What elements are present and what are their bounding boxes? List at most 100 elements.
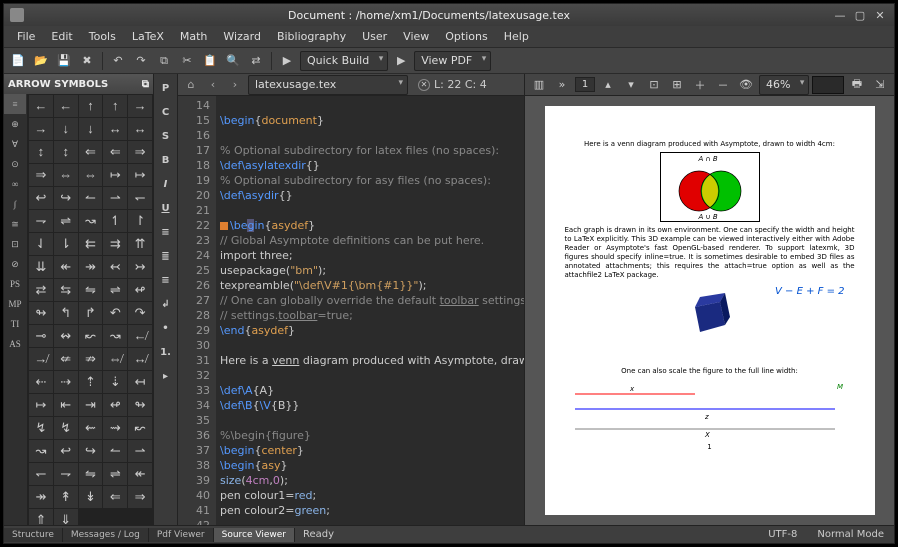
- arrow-symbol[interactable]: ⇜: [79, 417, 103, 439]
- copy-icon[interactable]: ⧉: [154, 51, 174, 71]
- symcat-2[interactable]: ∀: [4, 134, 26, 154]
- arrow-symbol[interactable]: ↠: [29, 486, 53, 508]
- arrow-symbol[interactable]: ↞: [128, 463, 152, 485]
- find-icon[interactable]: 🔍: [223, 51, 243, 71]
- new-icon[interactable]: 📄: [8, 51, 28, 71]
- arrow-symbol[interactable]: ↣: [128, 256, 152, 278]
- symcat-0[interactable]: ≡: [4, 94, 26, 114]
- page-input[interactable]: [575, 77, 595, 92]
- symcat-10[interactable]: MP: [4, 294, 26, 314]
- arrow-symbol[interactable]: ⇤: [54, 394, 78, 416]
- pv-zoomout-icon[interactable]: －: [713, 75, 733, 95]
- run2-icon[interactable]: ▶: [391, 51, 411, 71]
- arrow-symbol[interactable]: ↛: [29, 348, 53, 370]
- item-icon[interactable]: ▸: [155, 365, 177, 387]
- pv-zoomin-icon[interactable]: ＋: [690, 75, 710, 95]
- bottom-tab-pdf-viewer[interactable]: Pdf Viewer: [149, 528, 214, 542]
- arrow-symbol[interactable]: ↼: [103, 440, 127, 462]
- next-file-icon[interactable]: ›: [226, 76, 244, 94]
- arrow-symbol[interactable]: ↓: [79, 118, 103, 140]
- arrow-symbol[interactable]: ↩: [29, 187, 53, 209]
- arrow-symbol[interactable]: ⇉: [103, 233, 127, 255]
- arrow-symbol[interactable]: ↢: [103, 256, 127, 278]
- arrow-symbol[interactable]: ↞: [54, 256, 78, 278]
- symcat-1[interactable]: ⊕: [4, 114, 26, 134]
- arrow-symbol[interactable]: ⇏: [79, 348, 103, 370]
- arrow-symbol[interactable]: ↝: [29, 440, 53, 462]
- close-file-icon[interactable]: ✖: [77, 51, 97, 71]
- arrow-symbol[interactable]: ⇠: [29, 371, 53, 393]
- arrow-symbol[interactable]: ⇔: [54, 164, 78, 186]
- arrow-symbol[interactable]: ⇒: [29, 164, 53, 186]
- arrow-symbol[interactable]: ↭: [54, 325, 78, 347]
- arrow-symbol[interactable]: ↶: [103, 302, 127, 324]
- arrow-symbol[interactable]: ⇓: [54, 509, 78, 525]
- arrow-symbol[interactable]: ⇥: [79, 394, 103, 416]
- arrow-symbol[interactable]: ⇋: [79, 279, 103, 301]
- arrow-symbol[interactable]: ⇊: [29, 256, 53, 278]
- arrow-symbol[interactable]: ⇒: [128, 486, 152, 508]
- arrow-symbol[interactable]: ⇝: [103, 417, 127, 439]
- newline-icon[interactable]: ↲: [155, 293, 177, 315]
- pv-search-input[interactable]: [812, 76, 844, 94]
- arrow-symbol[interactable]: ↽: [29, 463, 53, 485]
- italic-icon[interactable]: I: [155, 173, 177, 195]
- arrow-symbol[interactable]: ⇌: [103, 279, 127, 301]
- menu-wizard[interactable]: Wizard: [216, 28, 268, 45]
- arrow-symbol[interactable]: ⇁: [54, 463, 78, 485]
- build-combo[interactable]: Quick Build: [300, 51, 388, 71]
- bottom-tab-source-viewer[interactable]: Source Viewer: [214, 528, 295, 542]
- arrow-symbol[interactable]: ⇐: [79, 141, 103, 163]
- arrow-symbol[interactable]: ⊸: [29, 325, 53, 347]
- arrow-symbol[interactable]: ⇐: [103, 141, 127, 163]
- menu-bibliography[interactable]: Bibliography: [270, 28, 353, 45]
- arrow-symbol[interactable]: ↔: [103, 118, 127, 140]
- arrow-symbol[interactable]: ↿: [103, 210, 127, 232]
- minimize-icon[interactable]: —: [832, 7, 848, 23]
- arrow-symbol[interactable]: ↮: [128, 348, 152, 370]
- arrow-symbol[interactable]: ↯: [54, 417, 78, 439]
- pv-eye-icon[interactable]: 👁: [736, 75, 756, 95]
- arrow-symbol[interactable]: ↬: [29, 302, 53, 324]
- arrow-symbol[interactable]: →: [128, 95, 152, 117]
- bottom-tab-messages-log[interactable]: Messages / Log: [63, 528, 149, 542]
- arrow-symbol[interactable]: ⇃: [29, 233, 53, 255]
- menu-file[interactable]: File: [10, 28, 42, 45]
- arrow-symbol[interactable]: ↑: [103, 95, 127, 117]
- pv-fit-icon[interactable]: ⊡: [644, 75, 664, 95]
- symcat-12[interactable]: AS: [4, 334, 26, 354]
- menu-user[interactable]: User: [355, 28, 394, 45]
- symcat-6[interactable]: ≅: [4, 214, 26, 234]
- arrow-symbol[interactable]: ↪: [79, 440, 103, 462]
- file-combo[interactable]: latexusage.tex: [248, 75, 408, 95]
- arrow-symbol[interactable]: ↡: [79, 486, 103, 508]
- view-combo[interactable]: View PDF: [414, 51, 491, 71]
- menu-tools[interactable]: Tools: [82, 28, 123, 45]
- symcat-8[interactable]: ⊘: [4, 254, 26, 274]
- pv-fitw-icon[interactable]: ⊞: [667, 75, 687, 95]
- pv-external-icon[interactable]: ⇲: [870, 75, 890, 95]
- arrow-symbol[interactable]: ⇇: [79, 233, 103, 255]
- arrow-symbol[interactable]: ⇔: [79, 164, 103, 186]
- arrow-symbol[interactable]: ⇂: [54, 233, 78, 255]
- arrow-symbol[interactable]: ↩: [54, 440, 78, 462]
- menu-options[interactable]: Options: [438, 28, 494, 45]
- arrow-symbol[interactable]: ↼: [79, 187, 103, 209]
- cut-icon[interactable]: ✂: [177, 51, 197, 71]
- arrow-symbol[interactable]: ⇁: [29, 210, 53, 232]
- arrow-symbol[interactable]: ↦: [29, 394, 53, 416]
- arrow-symbol[interactable]: ↜: [128, 417, 152, 439]
- enum-icon[interactable]: 1.: [155, 341, 177, 363]
- symcat-7[interactable]: ⊡: [4, 234, 26, 254]
- arrow-symbol[interactable]: ↬: [128, 394, 152, 416]
- arrow-symbol[interactable]: ⇄: [29, 279, 53, 301]
- symcat-4[interactable]: ∞: [4, 174, 26, 194]
- menu-edit[interactable]: Edit: [44, 28, 79, 45]
- arrow-symbol[interactable]: ↯: [29, 417, 53, 439]
- arrow-symbol[interactable]: ⇆: [54, 279, 78, 301]
- arrow-symbol[interactable]: ←: [29, 95, 53, 117]
- panel-detach-icon[interactable]: ⧉: [142, 79, 149, 90]
- center-icon[interactable]: ≣: [155, 245, 177, 267]
- arrow-symbol[interactable]: ↦: [128, 164, 152, 186]
- menu-view[interactable]: View: [396, 28, 436, 45]
